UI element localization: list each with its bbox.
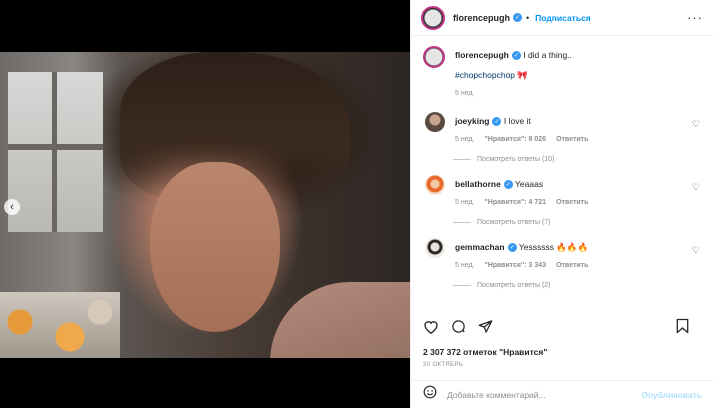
- comment: gemmachan ✓ Yessssss 🔥🔥🔥 5 нед. "Нравится…: [423, 238, 702, 272]
- comment-icon[interactable]: [451, 319, 466, 334]
- media-pane: ‹: [0, 0, 410, 408]
- share-icon[interactable]: [478, 319, 493, 334]
- reply-button[interactable]: Ответить: [556, 197, 588, 209]
- comment: joeyking ✓ I love it 5 нед. "Нравится": 8…: [423, 112, 702, 146]
- face: [150, 162, 280, 332]
- chevron-left-icon[interactable]: ‹: [4, 199, 20, 215]
- heart-icon[interactable]: ♡: [692, 119, 700, 130]
- caption-username[interactable]: florencepugh: [455, 50, 509, 60]
- hashtag-link[interactable]: #chopchopchop: [455, 70, 515, 80]
- comment-box: Опубликовать: [411, 380, 713, 408]
- shoulder: [270, 282, 410, 358]
- avatar[interactable]: [425, 112, 445, 132]
- view-replies[interactable]: Посмотреть ответы (10): [453, 156, 702, 163]
- comment-text: Yessssss 🔥🔥🔥: [518, 242, 589, 252]
- comment-likes[interactable]: "Нравится": 3 343: [484, 260, 546, 272]
- post-header: florencepugh ✓ • Подписаться ···: [411, 0, 713, 36]
- caption-text: I did a thing..: [523, 50, 572, 60]
- view-replies[interactable]: Посмотреть ответы (7): [453, 219, 702, 226]
- bookmark-icon[interactable]: [676, 318, 689, 334]
- comment-age: 5 нед.: [455, 136, 475, 143]
- avatar[interactable]: [421, 5, 445, 30]
- more-icon[interactable]: ···: [687, 10, 703, 25]
- verified-badge-icon: ✓: [513, 13, 523, 22]
- action-bar: [423, 318, 701, 334]
- verified-badge-icon: ✓: [503, 180, 513, 190]
- dot-separator: •: [526, 12, 530, 23]
- flowers-background: [0, 292, 120, 358]
- caption-age: 5 нед.: [455, 90, 475, 97]
- verified-badge-icon: ✓: [511, 51, 521, 61]
- verified-badge-icon: ✓: [507, 243, 517, 253]
- verified-badge-icon: ✓: [492, 117, 502, 127]
- comment-username[interactable]: gemmachan: [455, 242, 505, 252]
- reply-button[interactable]: Ответить: [556, 134, 588, 146]
- follow-button[interactable]: Подписаться: [535, 13, 591, 23]
- emoji-icon[interactable]: [423, 385, 437, 404]
- comment-age: 5 нед.: [455, 262, 475, 269]
- avatar[interactable]: [423, 46, 445, 68]
- comment-input[interactable]: [447, 389, 642, 400]
- post-sidebar: florencepugh ✓ • Подписаться ··· florenc…: [410, 0, 713, 408]
- comment-text: I love it: [503, 116, 531, 126]
- avatar[interactable]: [425, 175, 445, 195]
- author-username[interactable]: florencepugh: [453, 13, 510, 23]
- post-date: 30 ОКТЯБРЬ: [423, 362, 464, 368]
- post-photo: [0, 52, 410, 358]
- heart-icon[interactable]: [423, 319, 439, 334]
- avatar[interactable]: [425, 238, 445, 258]
- comment: bellathorne ✓ Yeaaas 5 нед. "Нравится": 4…: [423, 175, 702, 209]
- comment-username[interactable]: bellathorne: [455, 179, 501, 189]
- comment-likes[interactable]: "Нравится": 4 721: [484, 197, 546, 209]
- reply-button[interactable]: Ответить: [556, 260, 588, 272]
- heart-icon[interactable]: ♡: [692, 182, 700, 193]
- publish-button[interactable]: Опубликовать: [641, 390, 702, 400]
- bow-emoji: 🎀: [517, 70, 528, 80]
- comment-likes[interactable]: "Нравится": 8 026: [484, 134, 546, 146]
- comment-text: Yeaaas: [515, 179, 544, 189]
- comment-username[interactable]: joeyking: [455, 116, 489, 126]
- view-replies[interactable]: Посмотреть ответы (2): [453, 282, 702, 289]
- heart-icon[interactable]: ♡: [692, 245, 700, 256]
- caption: florencepugh ✓ I did a thing.. #chopchopc…: [423, 46, 702, 100]
- comment-age: 5 нед.: [455, 199, 475, 206]
- comments-list: florencepugh ✓ I did a thing.. #chopchopc…: [411, 36, 713, 308]
- likes-count[interactable]: 2 307 372 отметок "Нравится": [423, 347, 547, 357]
